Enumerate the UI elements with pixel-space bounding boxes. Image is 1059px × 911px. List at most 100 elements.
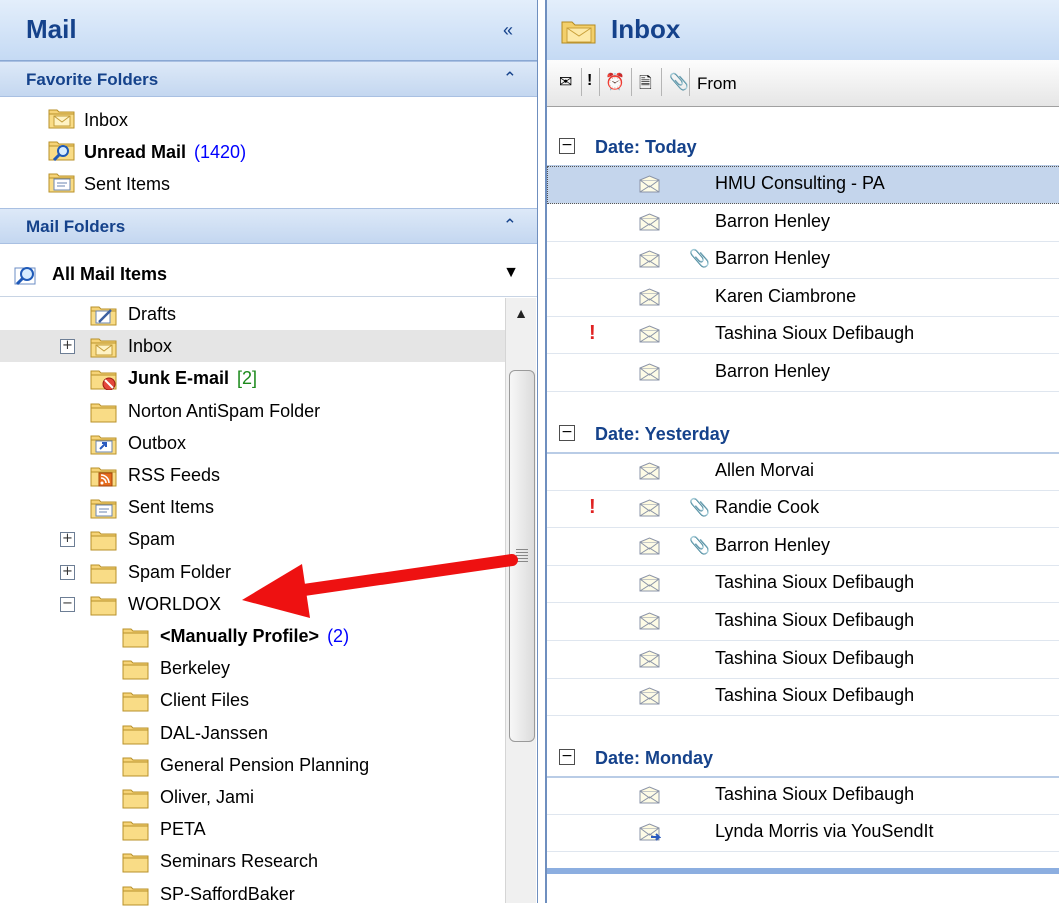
- folder-scrollbar[interactable]: ▲: [505, 298, 536, 903]
- folder-label: General Pension Planning: [160, 755, 369, 776]
- message-row[interactable]: Tashina Sioux Defibaugh: [547, 641, 1059, 679]
- collapse-group-icon[interactable]: −: [559, 424, 575, 441]
- message-row[interactable]: Tashina Sioux Defibaugh: [547, 565, 1059, 604]
- inbox-folder-icon: [48, 106, 76, 134]
- column-separator[interactable]: [599, 68, 600, 96]
- folder-icon: [122, 657, 150, 685]
- envelope-column-icon[interactable]: ✉: [559, 72, 572, 92]
- collapse-group-icon[interactable]: −: [559, 748, 575, 765]
- date-group-header[interactable]: − Date: Today: [547, 129, 1059, 167]
- folder-name: Junk E-mail: [128, 368, 230, 389]
- message-row[interactable]: Lynda Morris via YouSendIt: [547, 814, 1059, 853]
- folder-name: Seminars Research: [160, 851, 319, 872]
- expand-icon[interactable]: +: [60, 532, 75, 548]
- folder-item[interactable]: Junk E-mail [2]: [0, 362, 505, 394]
- folder-label: Norton AntiSpam Folder: [128, 401, 320, 422]
- folder-item[interactable]: Norton AntiSpam Folder: [0, 395, 505, 427]
- folder-item[interactable]: Berkeley: [0, 652, 505, 684]
- folder-item[interactable]: <Manually Profile> (2): [0, 620, 505, 652]
- folder-count-badge: (2): [327, 626, 350, 646]
- folder-name: SP-SaffordBaker: [160, 883, 295, 904]
- collapse-icon[interactable]: −: [60, 596, 75, 612]
- folder-name: Outbox: [128, 432, 187, 453]
- folder-name: Oliver, Jami: [160, 787, 255, 807]
- importance-column-icon[interactable]: !: [587, 72, 592, 90]
- message-row[interactable]: ! 📎 Randie Cook: [547, 490, 1059, 529]
- dropdown-arrow-icon[interactable]: ▼: [503, 264, 519, 282]
- unread-count-badge: (1420): [194, 141, 247, 162]
- folder-item[interactable]: Drafts: [0, 298, 505, 330]
- folder-name: Client Files: [160, 690, 250, 711]
- from-column-header[interactable]: From: [697, 74, 737, 94]
- folder-item[interactable]: DAL-Janssen: [0, 717, 505, 749]
- folder-item[interactable]: Seminars Research: [0, 845, 505, 877]
- folder-name: Inbox: [128, 336, 173, 357]
- mail-folders-label: Mail Folders: [26, 217, 126, 236]
- chevron-up-icon[interactable]: ⌃: [503, 216, 517, 236]
- chevron-up-icon[interactable]: ⌃: [503, 69, 517, 89]
- inbox-header: Inbox: [547, 0, 1059, 61]
- folder-item[interactable]: − WORLDOX: [0, 588, 505, 620]
- reminder-column-icon[interactable]: ⏰: [605, 72, 625, 92]
- folder-item[interactable]: PETA: [0, 813, 505, 845]
- collapse-pane-icon[interactable]: «: [503, 20, 513, 41]
- folder-label: Seminars Research: [160, 851, 318, 872]
- date-group-header[interactable]: − Date: Yesterday: [547, 416, 1059, 454]
- folder-item[interactable]: Outbox: [0, 427, 505, 459]
- message-row[interactable]: Barron Henley: [547, 204, 1059, 242]
- expand-icon[interactable]: +: [60, 339, 75, 355]
- folder-item[interactable]: Oliver, Jami: [0, 781, 505, 813]
- scroll-up-icon[interactable]: ▲: [506, 298, 536, 328]
- message-list-pane: Inbox ✉ ! ⏰ 🗎 📎 From − Date: Today HMU Con…: [545, 0, 1059, 903]
- column-separator[interactable]: [581, 68, 582, 96]
- folder-icon: [122, 722, 150, 750]
- message-row[interactable]: Tashina Sioux Defibaugh: [547, 678, 1059, 717]
- high-importance-icon: !: [589, 322, 596, 345]
- column-separator[interactable]: [631, 68, 632, 96]
- message-row[interactable]: Tashina Sioux Defibaugh: [547, 777, 1059, 815]
- scrollbar-thumb[interactable]: [509, 370, 535, 742]
- folder-name: Spam Folder: [128, 561, 232, 582]
- date-group-header[interactable]: − Date: Monday: [547, 740, 1059, 778]
- message-row[interactable]: Karen Ciambrone: [547, 279, 1059, 317]
- favorite-folders-header[interactable]: Favorite Folders ⌃: [0, 61, 537, 97]
- message-row[interactable]: 📎 Barron Henley: [547, 528, 1059, 566]
- list-bottom-bar: [547, 868, 1059, 874]
- folder-item[interactable]: General Pension Planning: [0, 749, 505, 781]
- message-sender: Tashina Sioux Defibaugh: [715, 647, 915, 668]
- folder-item[interactable]: SP-SaffordBaker: [0, 878, 505, 910]
- message-row[interactable]: Allen Morvai: [547, 453, 1059, 491]
- favorite-item[interactable]: Inbox: [48, 104, 128, 136]
- all-mail-items-selector[interactable]: All Mail Items ▼: [0, 252, 537, 297]
- rss-folder-icon: [90, 464, 118, 492]
- column-separator[interactable]: [689, 68, 690, 96]
- message-row[interactable]: HMU Consulting - PA: [547, 166, 1059, 204]
- search-folder-icon: [48, 138, 76, 166]
- favorite-item[interactable]: Unread Mail (1420): [48, 136, 246, 168]
- document-column-icon[interactable]: 🗎: [639, 72, 652, 99]
- folder-item[interactable]: + Inbox: [0, 330, 505, 363]
- message-sender: Barron Henley: [715, 361, 831, 381]
- message-row[interactable]: ! Tashina Sioux Defibaugh: [547, 316, 1059, 355]
- message-row[interactable]: Tashina Sioux Defibaugh: [547, 603, 1059, 641]
- mail-folders-header[interactable]: Mail Folders ⌃: [0, 208, 537, 244]
- message-sender: Barron Henley: [715, 210, 831, 231]
- folder-item[interactable]: + Spam Folder: [0, 556, 505, 588]
- folder-name: General Pension Planning: [160, 754, 370, 775]
- folder-item[interactable]: Client Files: [0, 684, 505, 716]
- collapse-group-icon[interactable]: −: [559, 138, 575, 154]
- folder-item[interactable]: Sent Items: [0, 491, 505, 523]
- attachment-icon: 📎: [689, 535, 711, 555]
- folder-item[interactable]: + Spam: [0, 523, 505, 555]
- expand-icon[interactable]: +: [60, 564, 75, 580]
- folder-item[interactable]: RSS Feeds: [0, 459, 505, 491]
- date-group-label: Date: Yesterday: [595, 423, 730, 444]
- folder-label: Spam: [128, 529, 175, 550]
- column-separator[interactable]: [661, 68, 662, 96]
- message-row[interactable]: Barron Henley: [547, 354, 1059, 392]
- attachment-column-icon[interactable]: 📎: [669, 72, 689, 92]
- folder-icon: [122, 883, 150, 911]
- favorite-item[interactable]: Sent Items: [48, 168, 170, 200]
- attachment-icon: 📎: [689, 498, 711, 518]
- message-row[interactable]: 📎 Barron Henley: [547, 241, 1059, 280]
